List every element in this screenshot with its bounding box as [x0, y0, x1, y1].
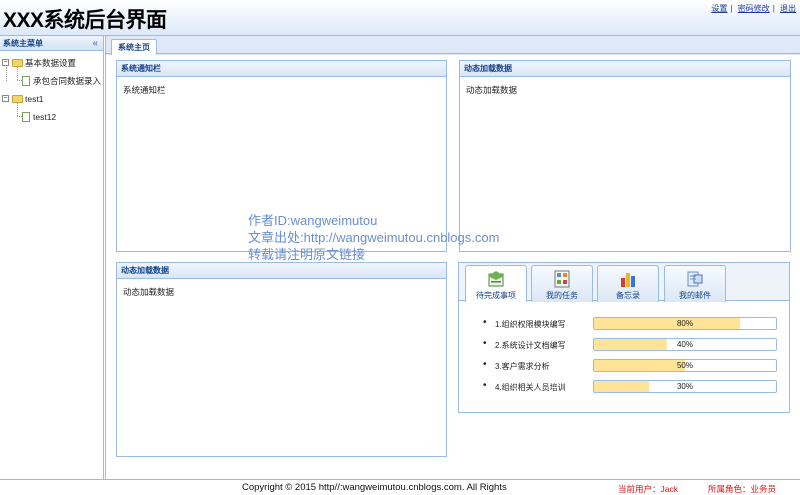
- bullet-icon: •: [483, 380, 487, 391]
- portlet-title: 系统通知栏: [117, 61, 446, 77]
- mail-icon: [687, 271, 703, 287]
- file-icon: [22, 76, 30, 86]
- tab-label: 备忘录: [616, 291, 640, 300]
- task-name: 3.客户需求分析: [495, 362, 550, 371]
- bullet-icon: •: [483, 359, 487, 370]
- bullet-icon: •: [483, 338, 487, 349]
- task-item: • 3.客户需求分析 50%: [483, 357, 789, 378]
- task-name: 4.组织相关人员培训: [495, 383, 566, 392]
- main-tabstrip: 系统主页: [106, 36, 800, 55]
- task-name: 2.系统设计文档编写: [495, 341, 566, 350]
- tree-node-label: 基本数据设置: [25, 58, 77, 68]
- memo-chart-icon: [621, 273, 635, 287]
- tree-node-test12[interactable]: test12: [0, 103, 103, 126]
- progress-label: 40%: [676, 340, 693, 349]
- task-progress-bar: 80%: [593, 317, 777, 330]
- current-role: 所属角色：业务员: [708, 484, 777, 494]
- tab-my-mail[interactable]: 我的邮件: [664, 265, 726, 302]
- portlet-title: 动态加载数据: [117, 263, 446, 279]
- tree-node-test1[interactable]: − test1: [0, 90, 103, 108]
- task-progress-bar: 40%: [593, 338, 777, 351]
- tab-label: 我的邮件: [679, 291, 711, 300]
- collapse-node-icon[interactable]: −: [2, 95, 9, 102]
- collapse-node-icon[interactable]: −: [2, 59, 9, 66]
- sidebar-title: 系统主菜单: [3, 39, 43, 48]
- tree-node-basic-data[interactable]: − 基本数据设置: [0, 54, 103, 72]
- sidebar: 系统主菜单 « − 基本数据设置 承包合同数据录入 − test1 test12: [0, 36, 104, 479]
- change-password-link[interactable]: 密码修改: [738, 4, 770, 13]
- folder-open-icon: [12, 95, 23, 103]
- bullet-icon: •: [483, 317, 487, 328]
- current-user: 当前用户：Jack: [618, 484, 678, 494]
- tree-node-label: 承包合同数据录入: [33, 76, 102, 86]
- sidebar-header: 系统主菜单 «: [0, 36, 103, 51]
- task-item: • 4.组织相关人员培训 30%: [483, 378, 789, 399]
- tree-node-label: test1: [25, 94, 44, 104]
- task-item: • 2.系统设计文档编写 40%: [483, 336, 789, 357]
- todo-tabpanel: 待完成事项 我的任务 备忘录 我的邮件 • 1.组织权限模块编写 80% • 2…: [458, 262, 790, 413]
- task-item: • 1.组织权限模块编写 80%: [483, 315, 789, 336]
- task-name: 1.组织权限模块编写: [495, 320, 566, 329]
- notice-portlet: 系统通知栏 系统通知栏: [116, 60, 447, 252]
- tabpanel-tabs: 待完成事项 我的任务 备忘录 我的邮件: [459, 263, 789, 302]
- tab-label: 待完成事项: [476, 291, 516, 300]
- app-title: XXX系统后台界面: [3, 9, 167, 32]
- header-links: 设置 | 密码修改 | 退出: [711, 4, 796, 13]
- progress-label: 80%: [676, 319, 693, 328]
- app-header: XXX系统后台界面 设置 | 密码修改 | 退出: [0, 0, 800, 36]
- task-icon: [554, 270, 570, 288]
- collapse-sidebar-icon[interactable]: «: [92, 36, 98, 51]
- tab-home[interactable]: 系统主页: [111, 39, 157, 55]
- footer: Copyright © 2015 http//:wangweimutou.cnb…: [0, 479, 800, 495]
- tab-memo[interactable]: 备忘录: [597, 265, 659, 302]
- progress-label: 30%: [676, 382, 693, 391]
- portlet-body: 动态加载数据: [466, 85, 518, 95]
- settings-link[interactable]: 设置: [711, 4, 727, 13]
- portlet-body: 系统通知栏: [123, 85, 166, 95]
- tree-node-label: test12: [33, 112, 57, 122]
- copyright-text: Copyright © 2015 http//:wangweimutou.cnb…: [242, 482, 507, 493]
- todo-icon: [488, 271, 504, 287]
- folder-open-icon: [12, 59, 23, 67]
- menu-tree: − 基本数据设置 承包合同数据录入 − test1 test12: [0, 51, 103, 126]
- progress-label: 50%: [676, 361, 693, 370]
- dynamic-data-portlet-2: 动态加载数据 动态加载数据: [116, 262, 447, 457]
- task-progress-bar: 50%: [593, 359, 777, 372]
- portlet-title: 动态加载数据: [460, 61, 790, 77]
- portlet-body: 动态加载数据: [123, 287, 175, 297]
- tree-node-contract-entry[interactable]: 承包合同数据录入: [0, 67, 103, 90]
- dynamic-data-portlet: 动态加载数据 动态加载数据: [459, 60, 791, 252]
- tab-my-tasks[interactable]: 我的任务: [531, 265, 593, 302]
- tab-label: 我的任务: [546, 291, 578, 300]
- logout-link[interactable]: 退出: [780, 4, 796, 13]
- task-progress-bar: 30%: [593, 380, 777, 393]
- task-list: • 1.组织权限模块编写 80% • 2.系统设计文档编写 40% • 3.客户…: [459, 301, 789, 399]
- file-icon: [22, 112, 30, 122]
- tab-todo[interactable]: 待完成事项: [465, 265, 527, 302]
